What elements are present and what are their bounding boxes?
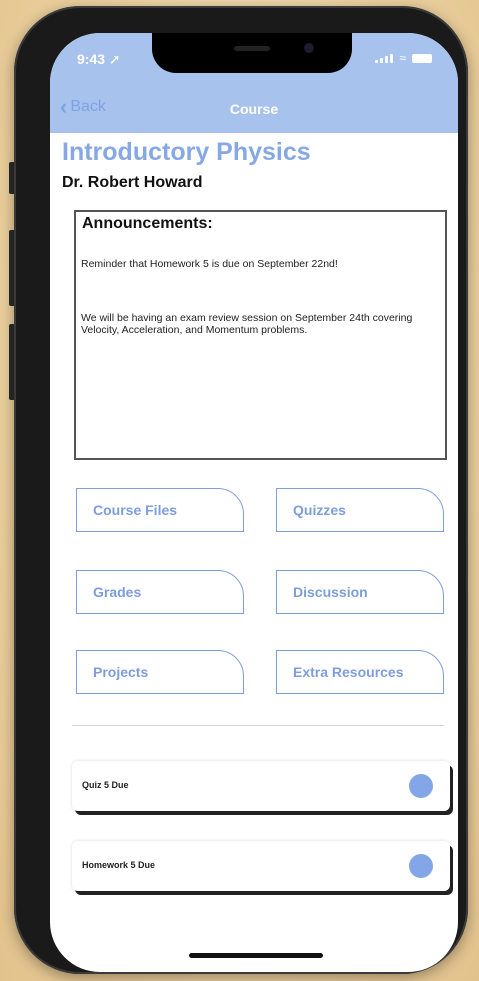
wifi-icon: ≈ [399,51,406,65]
home-indicator[interactable] [189,953,323,958]
battery-icon [412,53,432,63]
announcement-item: Reminder that Homework 5 is due on Septe… [81,258,338,270]
camera [304,43,314,53]
course-files-button[interactable]: Course Files [76,488,244,532]
due-item-card[interactable]: Homework 5 Due [72,841,450,891]
due-item-card[interactable]: Quiz 5 Due [72,761,450,811]
announcements-title: Announcements: [82,215,213,232]
phone-frame: 9:43 ➚ ≈ ‹ Back Course Introductory Phys… [14,6,468,974]
status-dot-icon [409,774,433,798]
announcements-box[interactable]: Announcements: Reminder that Homework 5 … [74,210,447,460]
grades-button[interactable]: Grades [76,570,244,614]
speaker [234,46,270,51]
screen: 9:43 ➚ ≈ ‹ Back Course Introductory Phys… [50,33,458,972]
signal-icon [375,53,394,63]
status-icons: ≈ [375,51,432,65]
due-item-label: Quiz 5 Due [82,780,129,790]
instructor-name: Dr. Robert Howard [62,174,203,191]
notch [152,33,352,73]
discussion-button[interactable]: Discussion [276,570,444,614]
due-item-label: Homework 5 Due [82,860,156,870]
extra-resources-button[interactable]: Extra Resources [276,650,444,694]
quizzes-button[interactable]: Quizzes [276,488,444,532]
status-time: 9:43 ➚ [77,51,121,67]
divider [72,725,444,726]
projects-button[interactable]: Projects [76,650,244,694]
course-title: Introductory Physics [62,138,311,166]
announcement-item: We will be having an exam review session… [81,312,413,336]
status-dot-icon [409,854,433,878]
nav-title: Course [229,101,279,117]
